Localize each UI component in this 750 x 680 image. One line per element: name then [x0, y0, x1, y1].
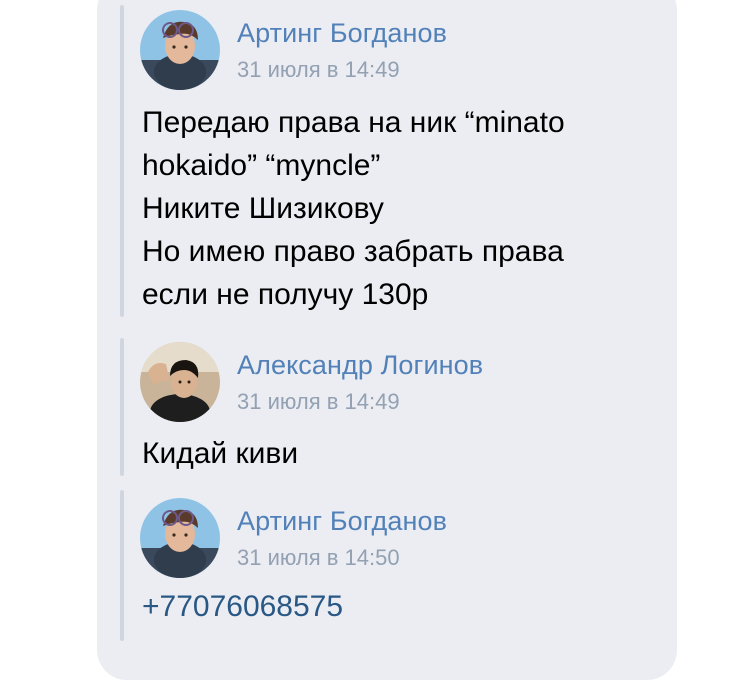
message-time: 31 июля в 14:49	[237, 57, 400, 82]
avatar-image	[140, 498, 220, 578]
message-text-line: Но имею право забрать права	[142, 235, 564, 268]
message-author[interactable]: Александр Логинов	[237, 350, 483, 381]
message-text-line: если не получу 130р	[142, 278, 429, 311]
message-time: 31 июля в 14:49	[237, 389, 400, 414]
message-author[interactable]: Артинг Богданов	[237, 506, 447, 537]
message-text: Кидай киви	[142, 432, 298, 475]
message-author[interactable]: Артинг Богданов	[237, 18, 447, 49]
phone-link[interactable]: +77076068575	[142, 590, 343, 624]
avatar-image	[140, 10, 220, 90]
avatar[interactable]	[140, 498, 220, 578]
message-text-line: Кидай киви	[142, 437, 299, 470]
avatar[interactable]	[140, 342, 220, 422]
message-text: Передаю права на ник “minato hokaido” “m…	[142, 101, 565, 316]
forward-line	[120, 490, 124, 641]
message-text-line: Передаю права на ник “minato	[142, 106, 565, 139]
message-text-line: hokaido” “myncle”	[142, 149, 381, 182]
forward-line	[120, 5, 124, 317]
forward-line	[120, 338, 124, 476]
avatar[interactable]	[140, 10, 220, 90]
message-time: 31 июля в 14:50	[237, 545, 400, 570]
message-text-line: Никите Шизикову	[142, 192, 384, 225]
avatar-image	[140, 342, 220, 422]
